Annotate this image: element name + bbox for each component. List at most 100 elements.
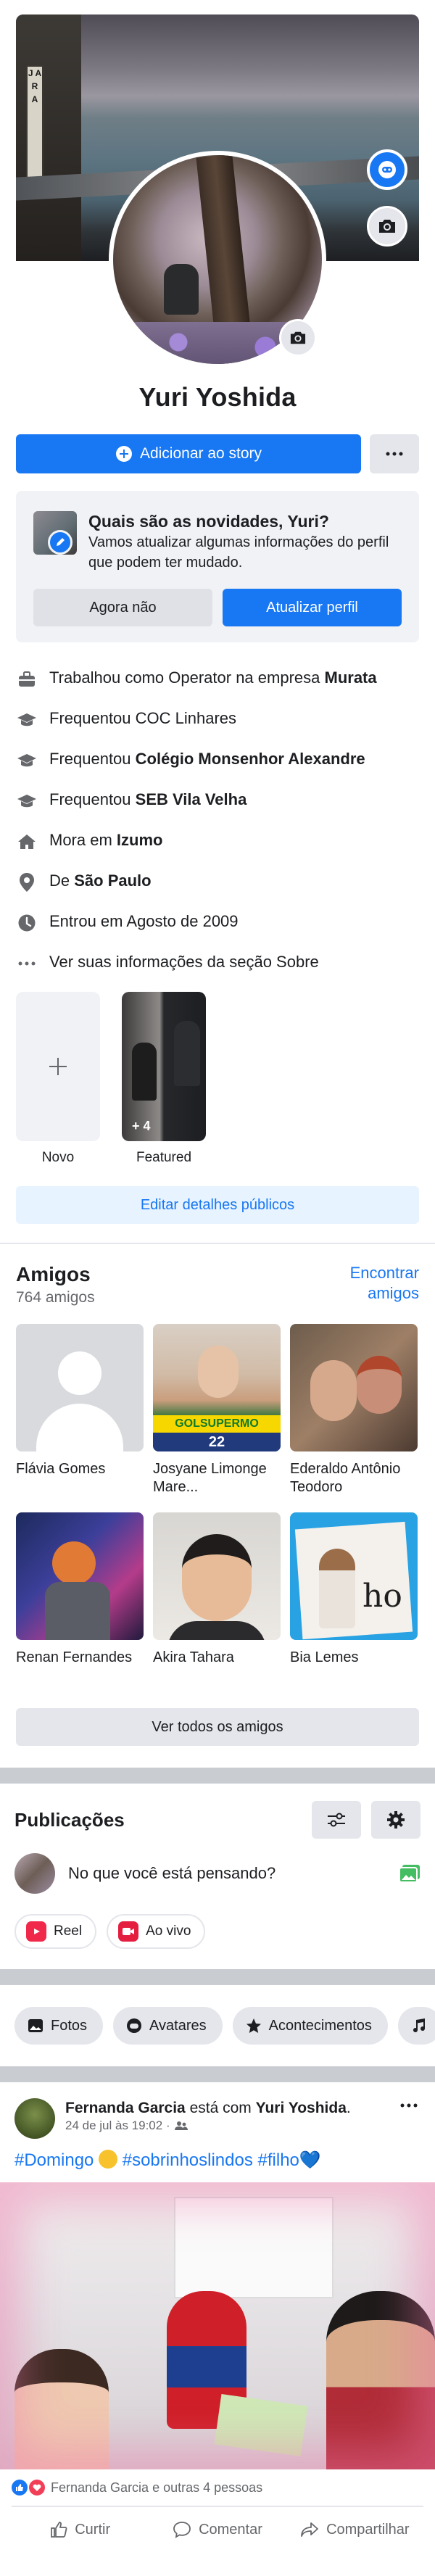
post-author-name[interactable]: Fernanda Garcia bbox=[65, 2100, 186, 2116]
friend-photo-face bbox=[182, 1534, 252, 1621]
detail-education-3-bold[interactable]: SEB Vila Velha bbox=[136, 790, 247, 808]
add-story-button[interactable]: Adicionar ao story bbox=[16, 434, 361, 473]
friend-name[interactable]: Bia Lemes bbox=[290, 1649, 418, 1686]
post-options-button[interactable] bbox=[400, 2098, 418, 2111]
friend-card[interactable]: Ederaldo Antônio Teodoro bbox=[290, 1324, 418, 1498]
profile-camera-button[interactable] bbox=[279, 319, 317, 357]
post-with-text: está com bbox=[185, 2100, 256, 2116]
friend-name[interactable]: Josyane Limonge Mare... bbox=[153, 1460, 281, 1498]
post-header: Fernanda Garcia está com Yuri Yoshida. 2… bbox=[0, 2082, 435, 2139]
reactions-summary: Fernanda Garcia e outras 4 pessoas bbox=[51, 2480, 263, 2495]
post-composer[interactable]: No que você está pensando? bbox=[14, 1853, 420, 1894]
profile-header: J A R A bbox=[0, 0, 435, 368]
live-label: Ao vivo bbox=[146, 1923, 191, 1939]
featured-photo-person-1 bbox=[132, 1043, 157, 1101]
image-icon bbox=[28, 2019, 43, 2032]
more-options-button[interactable] bbox=[370, 434, 419, 473]
featured-count: + 4 bbox=[132, 1119, 151, 1133]
friend-card[interactable]: ho Bia Lemes bbox=[290, 1512, 418, 1686]
update-profile-button[interactable]: Atualizar perfil bbox=[223, 589, 402, 626]
smiling-hearts-emoji-icon bbox=[99, 2150, 118, 2169]
detail-lives-in-text: Mora em bbox=[49, 831, 117, 849]
reel-chip[interactable]: Reel bbox=[14, 1914, 97, 1949]
highlight-featured[interactable]: + 4 Featured bbox=[122, 992, 206, 1166]
live-video-icon bbox=[118, 1921, 139, 1942]
post-reactions[interactable]: Fernanda Garcia e outras 4 pessoas bbox=[0, 2469, 435, 2506]
detail-from-bold[interactable]: São Paulo bbox=[74, 871, 151, 890]
post-tagged-name[interactable]: Yuri Yoshida bbox=[256, 2100, 347, 2116]
friend-photo-default-avatar[interactable] bbox=[16, 1324, 144, 1451]
detail-education-1-text: Frequentou COC Linhares bbox=[49, 709, 237, 727]
hashtag-domingo[interactable]: #Domingo bbox=[14, 2150, 99, 2170]
like-button[interactable]: Curtir bbox=[12, 2507, 149, 2552]
friend-card[interactable]: GOLSUPERMO 22 Josyane Limonge Mare... bbox=[153, 1324, 281, 1498]
friend-card[interactable]: Akira Tahara bbox=[153, 1512, 281, 1686]
love-reaction-icon bbox=[29, 2480, 45, 2496]
avatar-face-icon bbox=[378, 161, 396, 178]
detail-from-text: De bbox=[49, 871, 75, 890]
detail-see-about[interactable]: Ver suas informações da seção Sobre bbox=[16, 951, 419, 974]
friend-name[interactable]: Flávia Gomes bbox=[16, 1460, 144, 1498]
highlight-new-card[interactable] bbox=[16, 992, 100, 1141]
filter-music[interactable] bbox=[397, 2007, 435, 2045]
find-friends-link[interactable]: Encontrar amigos bbox=[350, 1263, 419, 1304]
friend-photo[interactable]: ho bbox=[290, 1512, 418, 1640]
photo-icon[interactable] bbox=[399, 1864, 420, 1883]
friend-card[interactable]: Renan Fernandes bbox=[16, 1512, 144, 1686]
detail-work: Trabalhou como Operator na empresa Murat… bbox=[16, 667, 419, 690]
detail-lives-in: Mora em Izumo bbox=[16, 829, 419, 853]
friend-name[interactable]: Renan Fernandes bbox=[16, 1649, 144, 1686]
share-label: Compartilhar bbox=[326, 2521, 410, 2538]
story-highlights: Novo + 4 Featured bbox=[16, 992, 419, 1166]
edit-public-details-button[interactable]: Editar detalhes públicos bbox=[16, 1186, 419, 1224]
post-author-line: Fernanda Garcia está com Yuri Yoshida. bbox=[65, 2098, 420, 2119]
post-settings-button[interactable] bbox=[371, 1801, 420, 1839]
create-chips: Reel Ao vivo bbox=[14, 1914, 420, 1969]
posts-title: Publicações bbox=[14, 1808, 125, 1831]
friend-card[interactable]: Flávia Gomes bbox=[16, 1324, 144, 1498]
see-all-friends-button[interactable]: Ver todos os amigos bbox=[16, 1708, 419, 1746]
live-chip[interactable]: Ao vivo bbox=[107, 1914, 206, 1949]
filter-photos[interactable]: Fotos bbox=[14, 2007, 104, 2045]
friend-photo[interactable] bbox=[290, 1324, 418, 1451]
profile-actions: Adicionar ao story bbox=[16, 434, 419, 473]
avatar-face-icon bbox=[127, 2018, 142, 2033]
filter-posts-button[interactable] bbox=[312, 1801, 361, 1839]
share-button[interactable]: Compartilhar bbox=[286, 2507, 423, 2552]
friend-photo[interactable] bbox=[153, 1512, 281, 1640]
detail-lives-in-bold[interactable]: Izumo bbox=[117, 831, 163, 849]
post-author-avatar[interactable] bbox=[14, 2098, 55, 2139]
filter-life-events[interactable]: Acontecimentos bbox=[232, 2007, 388, 2045]
comment-button[interactable]: Comentar bbox=[149, 2507, 286, 2552]
update-card-avatar bbox=[33, 511, 77, 555]
highlight-featured-card[interactable]: + 4 bbox=[122, 992, 206, 1141]
cover-camera-button[interactable] bbox=[367, 206, 407, 247]
post-date[interactable]: 24 de jul às 19:02 · bbox=[65, 2119, 420, 2133]
plus-icon bbox=[49, 1058, 67, 1075]
filter-avatars[interactable]: Avatares bbox=[113, 2007, 223, 2045]
avatar-button[interactable] bbox=[367, 149, 407, 190]
detail-work-bold[interactable]: Murata bbox=[325, 668, 377, 687]
profile-name: Yuri Yoshida bbox=[138, 382, 297, 412]
friend-photo-face bbox=[198, 1346, 239, 1398]
friend-photo-girl bbox=[319, 1549, 355, 1628]
post-photo[interactable] bbox=[0, 2182, 435, 2469]
friend-photo[interactable]: GOLSUPERMO 22 bbox=[153, 1324, 281, 1451]
composer-input[interactable]: No que você está pensando? bbox=[68, 1864, 386, 1883]
section-separator bbox=[0, 1969, 435, 1985]
profile-details: Trabalhou como Operator na empresa Murat… bbox=[16, 667, 419, 974]
cover-sign: J A R A bbox=[26, 65, 44, 181]
composer-avatar bbox=[14, 1853, 55, 1894]
friend-photo[interactable] bbox=[16, 1512, 144, 1640]
star-icon bbox=[246, 2018, 261, 2033]
hashtag-list[interactable]: #sobrinhoslindos #filho bbox=[117, 2150, 299, 2170]
not-now-button[interactable]: Agora não bbox=[33, 589, 212, 626]
section-separator bbox=[0, 1768, 435, 1784]
highlight-new[interactable]: Novo bbox=[16, 992, 100, 1166]
friend-name[interactable]: Ederaldo Antônio Teodoro bbox=[290, 1460, 418, 1498]
detail-education-2-bold[interactable]: Colégio Monsenhor Alexandre bbox=[136, 750, 365, 768]
friend-photo-face-2 bbox=[357, 1356, 402, 1414]
update-card-text: Vamos atualizar algumas informações do p… bbox=[88, 534, 389, 571]
gear-icon bbox=[387, 1811, 405, 1829]
friend-name[interactable]: Akira Tahara bbox=[153, 1649, 281, 1686]
